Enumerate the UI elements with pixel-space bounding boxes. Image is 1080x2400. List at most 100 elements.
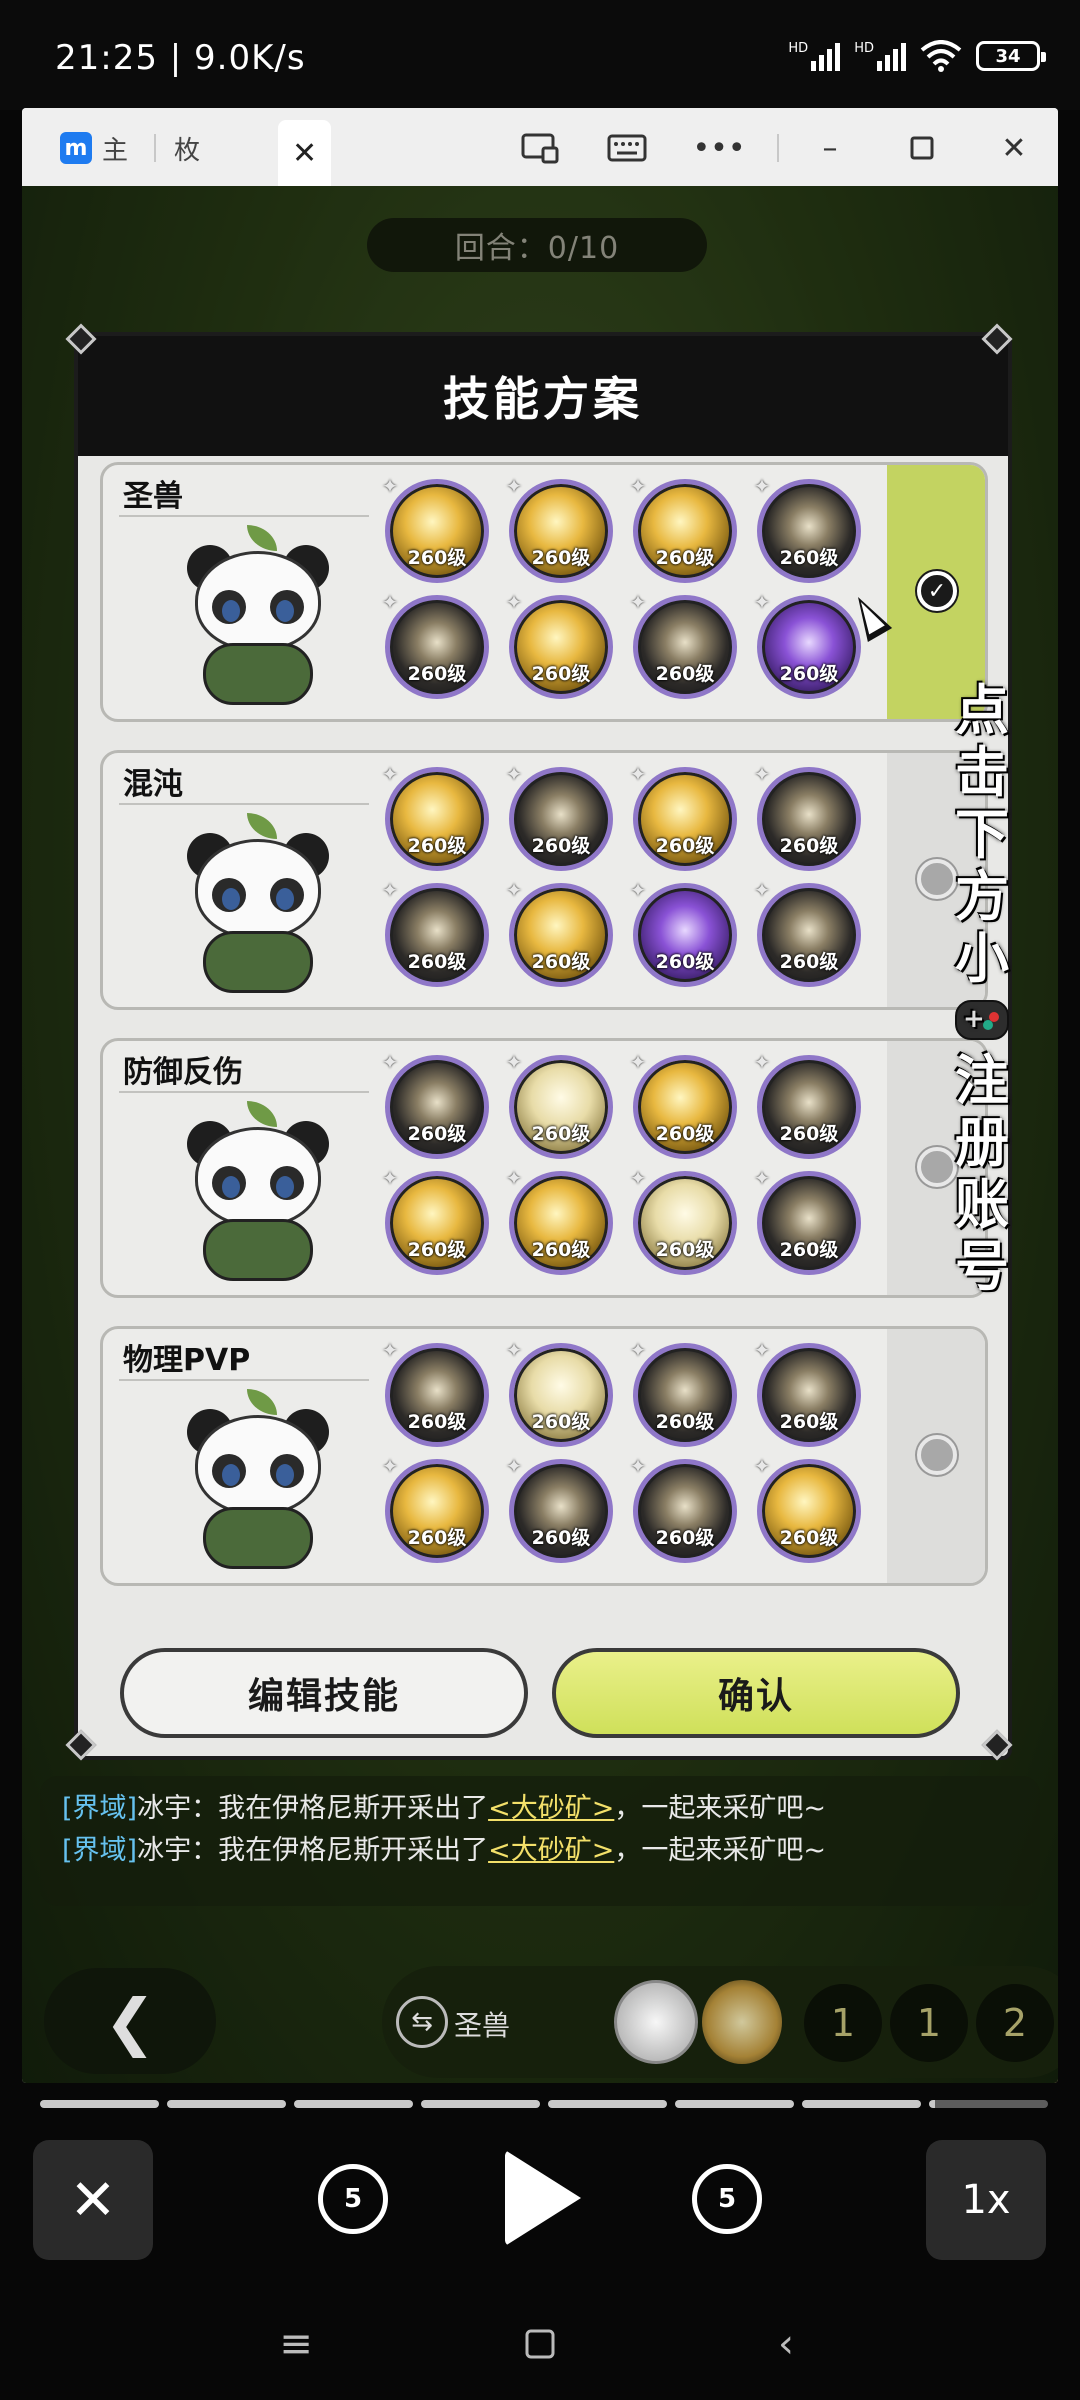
home-icon[interactable] (510, 2314, 570, 2374)
star-badge-icon: ✦ (753, 762, 771, 786)
skill-plan-dialog: 技能方案 圣兽 260级 ✦ 260级 ✦ 260级 ✦ 260级 ✦ 260级 ✦ 260级 ✦ 260… (78, 336, 1008, 1756)
dialog-header: 技能方案 (78, 336, 1008, 456)
star-badge-icon: ✦ (381, 1454, 399, 1478)
skill-grid: 260级 ✦ 260级 ✦ 260级 ✦ 260级 ✦ 260级 ✦ 260级 ✦ 260级 ✦ 260级 ✦ (382, 1339, 905, 1575)
skill-plan-card[interactable]: 防御反伤 260级 ✦ 260级 ✦ 260级 ✦ 260级 ✦ 260级 ✦ 260级 ✦ 260级 ✦ 2… (100, 1038, 988, 1298)
star-badge-icon: ✦ (629, 1166, 647, 1190)
system-nav-bar: ≡ ‹ (0, 2290, 1080, 2400)
skill-level: 260级 (407, 1411, 467, 1433)
skill-level: 260级 (407, 663, 467, 685)
switch-icon[interactable]: ⇆ (396, 1996, 448, 2048)
tab-game-active[interactable]: ✕ (278, 120, 1058, 2083)
minimize-icon[interactable]: – (810, 128, 850, 168)
chevron-left-icon: ❮ (104, 1984, 156, 2058)
app-logo-icon: m (60, 132, 92, 164)
star-badge-icon: ✦ (629, 762, 647, 786)
skill-level: 260级 (407, 951, 467, 973)
chat-panel[interactable]: [界域]冰宇：我在伊格尼斯开采出了<大砂矿>，一起来采矿吧~ [界域]冰宇：我在… (40, 1776, 1040, 1906)
skill-plan-card[interactable]: 物理PVP 260级 ✦ 260级 ✦ 260级 ✦ 260级 ✦ 260级 ✦ 260级 ✦ 260级 ✦… (100, 1326, 988, 1586)
play-button[interactable] (505, 2150, 581, 2246)
screen-cast-icon[interactable] (520, 128, 560, 168)
edit-skills-button[interactable]: 编辑技能 (120, 1648, 528, 1738)
star-badge-icon: ✦ (753, 1454, 771, 1478)
back-nav-icon[interactable]: ‹ (756, 2314, 816, 2374)
skill-plan-card[interactable]: 圣兽 260级 ✦ 260级 ✦ 260级 ✦ 260级 ✦ 260级 ✦ 260级 ✦ 260级 ✦ 260… (100, 462, 988, 722)
confirm-button[interactable]: 确认 (552, 1648, 960, 1738)
gamepad-icon (955, 1000, 1009, 1040)
promo-overlay: 点 击 下 方 小 注 册 账 号 (950, 680, 1014, 1298)
pet-avatar[interactable] (614, 1980, 698, 2064)
keyboard-icon[interactable] (607, 128, 647, 168)
star-badge-icon: ✦ (505, 474, 523, 498)
maximize-icon[interactable] (902, 128, 942, 168)
checkmark-icon[interactable]: ✓ (917, 571, 957, 611)
star-badge-icon: ✦ (505, 1050, 523, 1074)
star-badge-icon: ✦ (629, 1050, 647, 1074)
plan-switch-bar[interactable]: ⇆ 圣兽 1 1 2 (382, 1966, 1058, 2078)
skill-level: 260级 (531, 1239, 591, 1261)
chat-line: [界域]冰宇：我在伊格尼斯开采出了<大砂矿>，一起来采矿吧~ (62, 1835, 826, 1866)
star-badge-icon: ✦ (381, 878, 399, 902)
tab-game-1[interactable]: 枚 (174, 124, 1058, 2083)
skill-plan-card[interactable]: 混沌 260级 ✦ 260级 ✦ 260级 ✦ 260级 ✦ 260级 ✦ 260级 ✦ 260级 ✦ 260… (100, 750, 988, 1010)
menu-icon[interactable]: ≡ (266, 2314, 326, 2374)
slot-count[interactable]: 1 (890, 1984, 968, 2062)
skill-level: 260级 (655, 835, 715, 857)
speed-button[interactable]: 1x (926, 2140, 1046, 2260)
skill-grid: 260级 ✦ 260级 ✦ 260级 ✦ 260级 ✦ 260级 ✦ 260级 ✦ 260级 ✦ 260级 ✦ (382, 763, 905, 999)
skill-level: 260级 (407, 835, 467, 857)
ore-link[interactable]: <大砂矿> (488, 1835, 614, 1866)
star-badge-icon: ✦ (753, 474, 771, 498)
rewind-button[interactable]: 5 (318, 2164, 388, 2234)
skill-level: 260级 (407, 1527, 467, 1549)
ore-link[interactable]: <大砂矿> (488, 1793, 614, 1824)
skill-level: 260级 (655, 547, 715, 569)
panda-pet-avatar (173, 525, 343, 715)
skill-level: 260级 (531, 835, 591, 857)
skill-level: 260级 (779, 547, 839, 569)
skill-level: 260级 (779, 951, 839, 973)
plan-name: 圣兽 (123, 479, 183, 514)
radio-button[interactable] (917, 1435, 957, 1475)
star-badge-icon: ✦ (753, 1166, 771, 1190)
skill-level: 260级 (655, 1527, 715, 1549)
star-badge-icon: ✦ (505, 1166, 523, 1190)
video-progress[interactable] (40, 2100, 1048, 2110)
game-canvas[interactable]: 回合：0/10 [界域]冰宇：我在伊格尼斯开采出了<大砂矿>，一起来采矿吧~ [… (22, 186, 1058, 2083)
star-badge-icon: ✦ (629, 878, 647, 902)
slot-count[interactable]: 2 (976, 1984, 1054, 2062)
skill-level: 260级 (407, 1239, 467, 1261)
back-button[interactable]: ❮ (44, 1968, 216, 2074)
skill-level: 260级 (531, 1411, 591, 1433)
close-window-icon[interactable]: ✕ (994, 128, 1034, 168)
tab-main[interactable]: m 主 (60, 124, 128, 172)
plan-selector[interactable] (887, 1329, 985, 1583)
star-badge-icon: ✦ (629, 590, 647, 614)
star-badge-icon: ✦ (505, 1338, 523, 1362)
slot-count[interactable]: 1 (804, 1984, 882, 2062)
skill-level: 260级 (779, 1239, 839, 1261)
skill-level: 260级 (779, 835, 839, 857)
panda-pet-avatar (173, 1389, 343, 1579)
star-badge-icon: ✦ (753, 1338, 771, 1362)
star-badge-icon: ✦ (381, 1166, 399, 1190)
close-player-button[interactable]: ✕ (33, 2140, 153, 2260)
star-badge-icon: ✦ (505, 1454, 523, 1478)
skill-icon[interactable] (702, 1980, 782, 2064)
skill-grid: 260级 ✦ 260级 ✦ 260级 ✦ 260级 ✦ 260级 ✦ 260级 ✦ 260级 ✦ 260级 ✦ (382, 1051, 905, 1287)
skill-level: 260级 (407, 1123, 467, 1145)
star-badge-icon: ✦ (629, 474, 647, 498)
plan-name: 混沌 (123, 767, 183, 802)
skill-level: 260级 (655, 1123, 715, 1145)
skill-level: 260级 (531, 1527, 591, 1549)
title-bar: m 主 枚 ✕ ••• – ✕ (22, 108, 1058, 2083)
skill-level: 260级 (655, 1411, 715, 1433)
forward-button[interactable]: 5 (692, 2164, 762, 2234)
skill-level: 260级 (655, 1239, 715, 1261)
current-plan-label: 圣兽 (454, 2009, 511, 2042)
wifi-icon (920, 40, 962, 72)
tab-close-icon[interactable]: ✕ (292, 136, 317, 171)
more-icon[interactable]: ••• (692, 128, 745, 168)
tab-label: 主 (102, 135, 129, 166)
star-badge-icon: ✦ (505, 590, 523, 614)
